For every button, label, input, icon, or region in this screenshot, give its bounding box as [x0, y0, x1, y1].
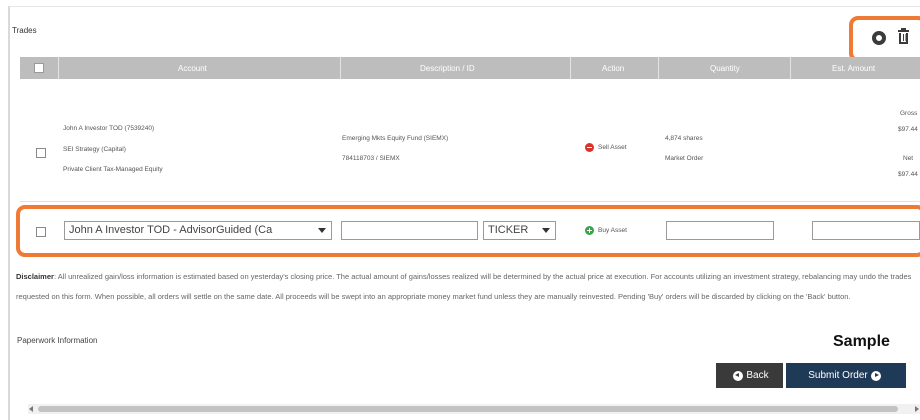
- sample-label: Sample: [833, 333, 890, 350]
- arrow-left-icon: [733, 370, 744, 381]
- toolbar-highlight: [849, 16, 920, 62]
- quantity-line: Market Order: [665, 155, 704, 162]
- back-button-label: Back: [746, 370, 769, 381]
- amount-line: $97.44: [898, 126, 918, 133]
- row-checkbox[interactable]: [36, 148, 46, 158]
- new-row-highlight: [16, 205, 920, 257]
- submit-order-button[interactable]: Submit Order: [786, 363, 906, 388]
- back-button[interactable]: Back: [716, 363, 783, 388]
- scroll-right-icon[interactable]: [915, 406, 919, 412]
- header-account: Account: [178, 64, 207, 73]
- amount-line: $97.44: [898, 171, 918, 178]
- description-line: 784118703 / SIEMX: [342, 155, 400, 162]
- action-label: Sell Asset: [598, 144, 627, 151]
- header-est-amount: Est. Amount: [832, 64, 876, 73]
- disclaimer-label: Disclaimer: [16, 272, 54, 281]
- sell-icon: [585, 143, 594, 152]
- table-header: Account Description / ID Action Quantity…: [20, 57, 920, 79]
- header-description: Description / ID: [420, 64, 475, 73]
- amount-line: Net: [903, 155, 914, 162]
- arrow-right-icon: [870, 370, 881, 381]
- scrollbar-thumb[interactable]: [38, 406, 898, 412]
- account-line: John A Investor TOD (7539240): [63, 125, 155, 132]
- section-title: Trades: [12, 26, 37, 35]
- paperwork-heading: Paperwork Information: [17, 336, 98, 345]
- submit-button-label: Submit Order: [808, 370, 868, 381]
- disclaimer: Disclaimer: All unrealized gain/loss inf…: [16, 267, 916, 306]
- disclaimer-text: : All unrealized gain/loss information i…: [16, 272, 912, 301]
- amount-line: Gross: [900, 110, 918, 117]
- horizontal-scrollbar[interactable]: [28, 404, 920, 414]
- account-line: Private Client Tax-Managed Equity: [63, 166, 163, 173]
- select-all-checkbox[interactable]: [34, 63, 44, 73]
- account-line: SEI Strategy (Capital): [63, 146, 126, 153]
- quantity-line: 4,874 shares: [665, 135, 703, 142]
- scroll-left-icon[interactable]: [29, 406, 33, 412]
- description-line: Emerging Mkts Equity Fund (SIEMX): [342, 135, 449, 142]
- header-quantity: Quantity: [710, 64, 740, 73]
- header-action: Action: [602, 64, 625, 73]
- row-divider: [20, 201, 920, 202]
